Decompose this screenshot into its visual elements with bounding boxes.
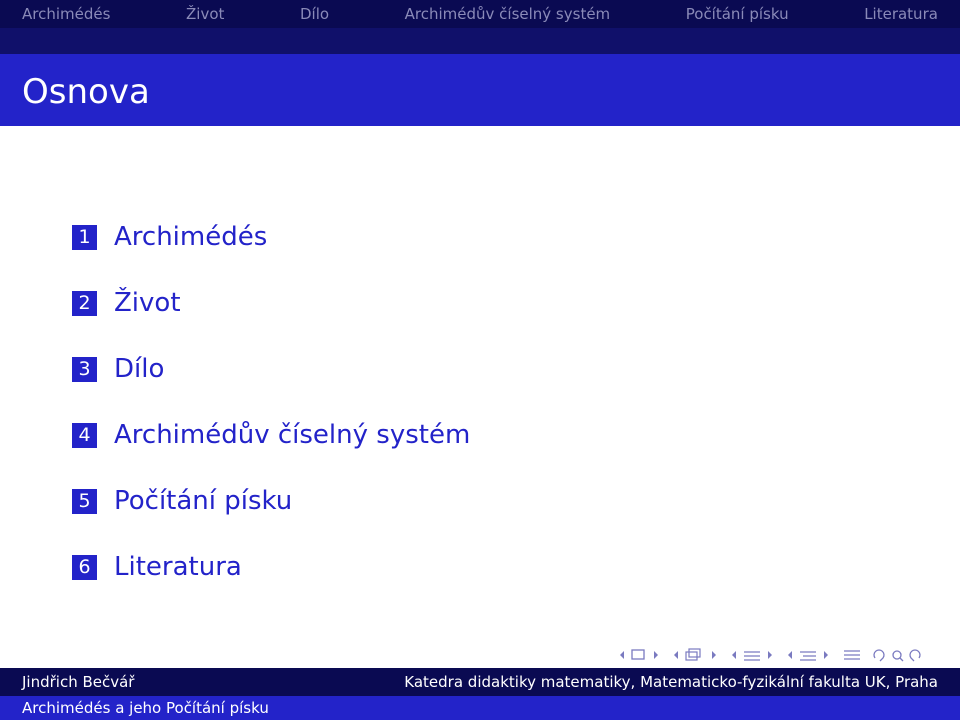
footer-short-title: Archimédés a jeho Počítání písku [22,699,269,717]
nav-section-ciselny-system[interactable]: Archimédův číselný systém [405,5,611,23]
subsection-icon[interactable] [786,647,832,663]
toc-item-3[interactable]: 3 Dílo [72,354,164,384]
section-navigation-bar: Archimédés Život Dílo Archimédův číselný… [0,0,960,28]
toc-label: Život [114,288,181,318]
toc-number: 1 [72,224,97,250]
toc-label: Počítání písku [114,486,293,516]
section-nav-icon[interactable] [730,647,776,663]
toc-item-2[interactable]: 2 Život [72,288,181,318]
footer-author: Jindřich Bečvář [22,673,135,691]
nav-section-pocitani-pisku[interactable]: Počítání písku [686,5,789,23]
toc-item-1[interactable]: 1 Archimédés [72,222,267,252]
toc-number: 6 [72,554,97,580]
toc-item-4[interactable]: 4 Archimédův číselný systém [72,420,470,450]
toc-label: Archimédés [114,222,268,252]
toc-number: 5 [72,488,97,514]
footer-author-bar: Jindřich Bečvář Katedra didaktiky matema… [0,668,960,696]
page-title: Osnova [22,72,150,112]
nav-section-dilo[interactable]: Dílo [300,5,329,23]
footer-institute: Katedra didaktiky matematiky, Matematick… [404,673,938,691]
toc-item-6[interactable]: 6 Literatura [72,552,242,582]
nav-section-zivot[interactable]: Život [186,5,224,23]
appendix-icon[interactable] [842,647,862,663]
subsection-bar [0,28,960,54]
toc-number: 4 [72,422,97,448]
footer-title-bar: Archimédés a jeho Počítání písku [0,696,960,720]
beamer-navigation-symbols [618,646,922,664]
frame-title-bar: Osnova [0,54,960,126]
search-icon[interactable] [872,647,922,663]
toc-label: Archimédův číselný systém [114,420,471,450]
nav-section-literatura[interactable]: Literatura [864,5,938,23]
nav-section-archimedes[interactable]: Archimédés [22,5,110,23]
frame-nav-icon[interactable] [618,647,662,663]
toc-number: 2 [72,290,97,316]
subsection-nav-icon[interactable] [672,647,720,663]
toc-label: Literatura [114,552,242,582]
toc-label: Dílo [114,354,165,384]
toc-number: 3 [72,356,97,382]
toc-item-5[interactable]: 5 Počítání písku [72,486,292,516]
